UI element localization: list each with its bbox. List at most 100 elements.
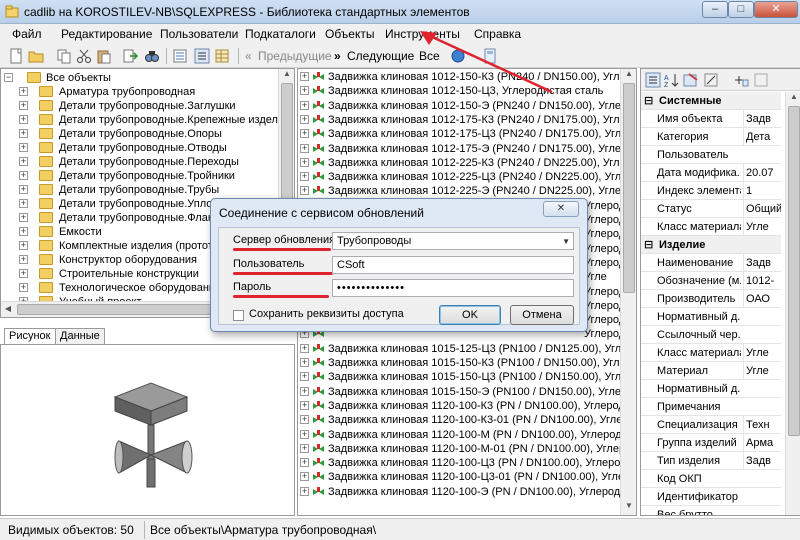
menu-tools[interactable]: Инструменты bbox=[385, 27, 460, 41]
tree-item[interactable]: + Детали трубопроводные.Переходы bbox=[1, 155, 278, 169]
property-row[interactable]: Класс материала Угле bbox=[641, 344, 781, 362]
list-item[interactable]: + Задвижка клиновая 1012-225-Ц3 (PN240 / … bbox=[298, 170, 636, 184]
property-vertical-scrollbar[interactable]: ▲ bbox=[785, 92, 800, 515]
list-item[interactable]: + Задвижка клиновая 1012-175-Ц3 (PN240 / … bbox=[298, 127, 636, 141]
property-row[interactable]: Нормативный д... bbox=[641, 380, 781, 398]
collapse-icon[interactable]: ⊟ bbox=[644, 92, 653, 110]
property-row[interactable]: Наименование Задв bbox=[641, 254, 781, 272]
paste-icon[interactable] bbox=[96, 48, 112, 64]
property-row[interactable]: Тип изделия Задв bbox=[641, 452, 781, 470]
property-row[interactable]: Нормативный д... bbox=[641, 308, 781, 326]
list-item[interactable]: + Задвижка клиновая 1120-100-Ц3-01 (PN / … bbox=[298, 470, 636, 484]
list-item[interactable]: + Задвижка клиновая 1012-175-Э (PN240 / D… bbox=[298, 142, 636, 156]
property-row[interactable]: Код ОКП bbox=[641, 470, 781, 488]
menu-users[interactable]: Пользователи bbox=[160, 27, 238, 41]
list-item[interactable]: + Задвижка клиновая 1015-125-Ц3 (PN100 / … bbox=[298, 342, 636, 356]
property-row[interactable]: Специализация Техн bbox=[641, 416, 781, 434]
expand-icon[interactable]: + bbox=[19, 269, 28, 278]
list-item[interactable]: + Задвижка клиновая 1012-225-К3 (PN240 / … bbox=[298, 156, 636, 170]
expand-icon[interactable]: + bbox=[19, 115, 28, 124]
menu-subcatalogs[interactable]: Подкаталоги bbox=[245, 27, 316, 41]
scroll-down-icon[interactable]: ▼ bbox=[622, 501, 636, 510]
scroll-up-icon[interactable]: ▲ bbox=[787, 92, 800, 101]
property-value[interactable]: Задв bbox=[743, 254, 781, 271]
export-icon[interactable] bbox=[122, 48, 138, 64]
expand-icon[interactable]: + bbox=[300, 486, 309, 496]
scroll-up-icon[interactable]: ▲ bbox=[622, 69, 636, 78]
expand-icon[interactable]: + bbox=[300, 100, 309, 110]
list-item[interactable]: + Задвижка клиновая 1012-150-Ц3, Углероди… bbox=[298, 84, 628, 98]
expand-icon[interactable]: + bbox=[19, 199, 28, 208]
scroll-up-icon[interactable]: ▲ bbox=[280, 69, 294, 78]
categorized-icon[interactable] bbox=[645, 72, 661, 88]
maximize-button[interactable]: □ bbox=[728, 1, 754, 18]
property-value[interactable]: 20.07 bbox=[743, 164, 781, 181]
property-row[interactable]: Вес брутто bbox=[641, 506, 781, 515]
property-row[interactable]: Производитель ОАО bbox=[641, 290, 781, 308]
expand-icon[interactable]: + bbox=[300, 400, 309, 410]
prev-button[interactable]: Предыдущие bbox=[258, 49, 332, 63]
menu-help[interactable]: Справка bbox=[474, 27, 521, 41]
property-row[interactable]: Пользователь bbox=[641, 146, 781, 164]
property-row[interactable]: Примечания bbox=[641, 398, 781, 416]
expand-icon[interactable]: + bbox=[300, 343, 309, 353]
menu-objects[interactable]: Объекты bbox=[325, 27, 375, 41]
property-row[interactable]: Класс материала Угле bbox=[641, 218, 781, 236]
property-pages-icon[interactable] bbox=[683, 72, 699, 88]
expand-icon[interactable]: + bbox=[19, 185, 28, 194]
expand-icon[interactable]: + bbox=[19, 157, 28, 166]
expand-icon[interactable]: + bbox=[300, 358, 309, 367]
property-row[interactable]: Ссылочный чер... bbox=[641, 326, 781, 344]
next-button[interactable]: Следующие bbox=[347, 49, 414, 63]
list-item[interactable]: + Задвижка клиновая 1012-150-К3 (PN240 / … bbox=[298, 70, 636, 84]
menu-file[interactable]: Файл bbox=[12, 27, 42, 41]
list-item[interactable]: + Задвижка клиновая 1015-150-Э (PN100 / D… bbox=[298, 385, 636, 399]
expand-icon[interactable]: + bbox=[19, 255, 28, 264]
list-item[interactable]: + Задвижка клиновая 1012-150-Э (PN240 / D… bbox=[298, 99, 636, 113]
list-vertical-scroll-thumb[interactable] bbox=[623, 83, 635, 293]
ok-button[interactable]: OK bbox=[439, 305, 501, 325]
property-value[interactable]: Техн bbox=[743, 416, 781, 433]
expand-icon[interactable]: + bbox=[300, 429, 309, 439]
cancel-button[interactable]: Отмена bbox=[510, 305, 574, 325]
expand-icon[interactable]: + bbox=[300, 129, 309, 139]
expand-icon[interactable]: + bbox=[19, 129, 28, 138]
property-row[interactable]: Идентификатор bbox=[641, 488, 781, 506]
property-value[interactable]: Угле bbox=[743, 218, 781, 235]
property-value[interactable]: Угле bbox=[743, 344, 781, 361]
tree-horizontal-scroll-thumb[interactable] bbox=[17, 304, 242, 315]
property-value[interactable]: 1012- bbox=[743, 272, 781, 289]
expand-icon[interactable]: + bbox=[19, 241, 28, 250]
expand-icon[interactable]: + bbox=[300, 372, 309, 382]
copy-icon[interactable] bbox=[56, 48, 72, 64]
expand-icon[interactable]: + bbox=[19, 213, 28, 222]
property-row[interactable]: Имя объекта Задв bbox=[641, 110, 781, 128]
tree-item[interactable]: + Детали трубопроводные.Заглушки bbox=[1, 99, 278, 113]
collapse-icon[interactable]: − bbox=[4, 73, 13, 82]
add-property-icon[interactable] bbox=[733, 72, 749, 88]
properties-icon[interactable] bbox=[172, 48, 188, 64]
expand-icon[interactable]: + bbox=[300, 386, 309, 396]
minimize-button[interactable]: – bbox=[702, 1, 728, 18]
expand-icon[interactable]: + bbox=[300, 86, 309, 96]
tree-item[interactable]: + Арматура трубопроводная bbox=[1, 85, 278, 99]
expand-icon[interactable]: + bbox=[19, 171, 28, 180]
expand-icon[interactable]: + bbox=[19, 143, 28, 152]
menu-edit[interactable]: Редактирование bbox=[61, 27, 152, 41]
expand-icon[interactable]: + bbox=[19, 283, 28, 292]
list-item[interactable]: + Задвижка клиновая 1120-100-Э (PN / DN10… bbox=[298, 485, 636, 499]
expand-icon[interactable]: + bbox=[300, 114, 309, 124]
expand-icon[interactable]: + bbox=[300, 415, 309, 425]
settings-icon[interactable] bbox=[703, 72, 719, 88]
user-field[interactable]: CSoft bbox=[332, 256, 574, 274]
expand-icon[interactable]: + bbox=[300, 172, 309, 182]
expand-icon[interactable]: + bbox=[19, 227, 28, 236]
expand-icon[interactable]: + bbox=[300, 458, 309, 468]
cut-icon[interactable] bbox=[76, 48, 92, 64]
close-button[interactable]: ✕ bbox=[754, 1, 798, 18]
property-row[interactable]: Индекс элемента 1 bbox=[641, 182, 781, 200]
remember-checkbox[interactable] bbox=[233, 310, 244, 321]
list-item[interactable]: + Задвижка клиновая 1120-100-К3-01 (PN / … bbox=[298, 413, 636, 427]
sort-alpha-icon[interactable]: AZ bbox=[663, 72, 679, 88]
property-row[interactable]: Дата модифика... 20.07 bbox=[641, 164, 781, 182]
